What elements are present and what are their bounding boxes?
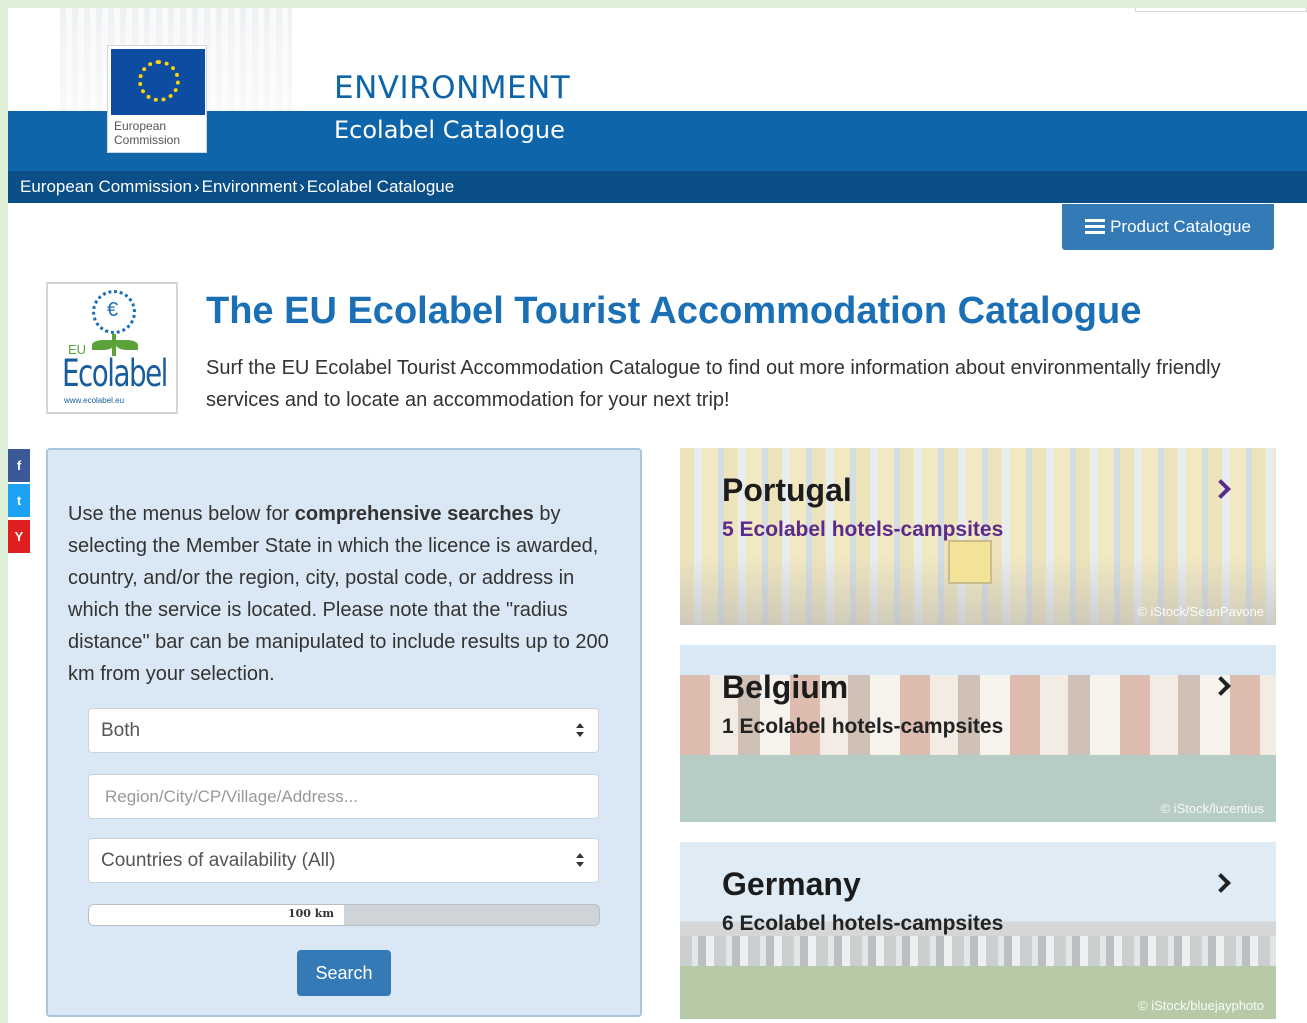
location-input[interactable]: Region/City/CP/Village/Address...	[88, 774, 599, 819]
countries-select-value: Countries of availability (All)	[101, 850, 336, 871]
location-input-placeholder: Region/City/CP/Village/Address...	[105, 787, 358, 806]
flower-leaf-left	[92, 340, 114, 350]
twitter-share-icon[interactable]: t	[8, 484, 30, 517]
ecolabel-url: www.ecolabel.eu	[64, 396, 125, 405]
search-button[interactable]: Search	[297, 950, 391, 996]
country-card-portugal[interactable]: Portugal 5 Ecolabel hotels-campsites © i…	[680, 448, 1276, 625]
card-count: 5 Ecolabel hotels-campsites	[722, 518, 1004, 541]
eu-flag-icon	[111, 49, 205, 115]
breadcrumb-current: Ecolabel Catalogue	[306, 177, 455, 196]
eu-stars-icon	[138, 60, 180, 102]
site-subtitle: Ecolabel Catalogue	[334, 116, 565, 144]
breadcrumb-separator: ›	[299, 177, 305, 196]
breadcrumb: European Commission › Environment › Ecolabel…	[8, 171, 1307, 203]
page-title: The EU Ecolabel Tourist Accommodation Ca…	[206, 290, 1142, 332]
card-country-name: Germany	[722, 866, 861, 902]
page-intro: Surf the EU Ecolabel Tourist Accommodati…	[206, 357, 1221, 411]
breadcrumb-separator: ›	[193, 177, 200, 196]
select-arrows-icon	[576, 723, 584, 739]
ecolabel-flower-icon	[92, 290, 136, 334]
search-text-after: by selecting the Member State in which t…	[68, 503, 609, 685]
european-commission-logo[interactable]: European Commission	[107, 45, 207, 153]
yammer-share-icon[interactable]: Y	[8, 520, 30, 553]
ec-logo-text: European Commission	[114, 119, 181, 147]
card-country-name: Portugal	[722, 472, 852, 508]
country-card-belgium[interactable]: Belgium 1 Ecolabel hotels-campsites © iS…	[680, 645, 1276, 822]
card-count: 6 Ecolabel hotels-campsites	[722, 912, 1004, 935]
search-instructions: Use the menus below for comprehensive se…	[68, 498, 628, 690]
eu-ecolabel-logo: EU Ecolabel www.ecolabel.eu	[46, 282, 178, 414]
flower-leaf-right	[116, 340, 138, 350]
search-panel: Use the menus below for comprehensive se…	[46, 448, 642, 1017]
photo-credit: © iStock/SeanPavone	[1137, 604, 1264, 619]
page: European Commission ENVIRONMENT Ecolabel…	[8, 8, 1307, 1023]
list-icon	[1085, 219, 1106, 235]
radius-slider[interactable]: 100 km	[88, 904, 600, 926]
photo-credit: © iStock/lucentius	[1160, 801, 1264, 816]
type-select-value: Both	[101, 720, 141, 741]
search-text-bold: comprehensive searches	[294, 503, 534, 525]
card-country-name: Belgium	[722, 669, 849, 705]
breadcrumb-link-environment[interactable]: Environment	[202, 177, 297, 196]
type-select[interactable]: Both	[88, 708, 599, 753]
breadcrumb-link-european-commission[interactable]: European Commission	[20, 177, 192, 196]
countries-select[interactable]: Countries of availability (All)	[88, 838, 599, 883]
facebook-share-icon[interactable]: f	[8, 449, 30, 482]
select-arrows-icon	[576, 853, 584, 869]
site-title[interactable]: ENVIRONMENT	[334, 70, 570, 106]
ecolabel-word: Ecolabel	[62, 352, 168, 395]
radius-slider-label[interactable]: 100 km	[288, 907, 334, 920]
top-right-box	[1135, 8, 1307, 12]
product-catalogue-label: Product Catalogue	[1110, 217, 1251, 236]
search-text-before: Use the menus below for	[68, 503, 295, 525]
product-catalogue-button[interactable]: Product Catalogue	[1062, 204, 1274, 250]
card-count: 1 Ecolabel hotels-campsites	[722, 715, 1004, 738]
country-card-germany[interactable]: Germany 6 Ecolabel hotels-campsites © iS…	[680, 842, 1276, 1019]
photo-credit: © iStock/bluejayphoto	[1138, 998, 1264, 1013]
